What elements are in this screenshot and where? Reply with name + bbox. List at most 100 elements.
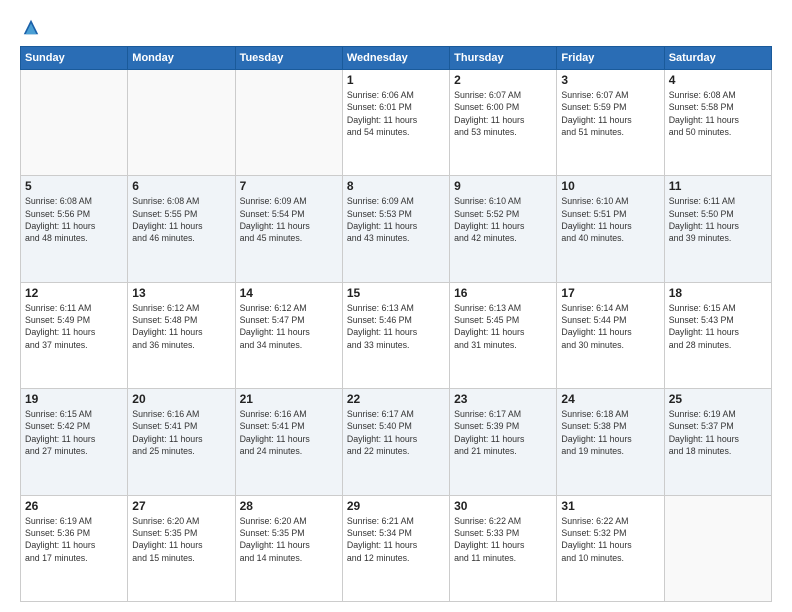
calendar-day-27: 27Sunrise: 6:20 AM Sunset: 5:35 PM Dayli…: [128, 495, 235, 601]
calendar-day-8: 8Sunrise: 6:09 AM Sunset: 5:53 PM Daylig…: [342, 176, 449, 282]
day-info: Sunrise: 6:16 AM Sunset: 5:41 PM Dayligh…: [240, 408, 338, 457]
calendar-empty: [128, 70, 235, 176]
calendar-empty: [664, 495, 771, 601]
day-number: 15: [347, 286, 445, 300]
calendar-day-6: 6 Sunrise: 6:08 AM Sunset: 5:55 PM Daylig…: [128, 176, 235, 282]
calendar-day-7: 7 Sunrise: 6:09 AM Sunset: 5:54 PM Daylig…: [235, 176, 342, 282]
weekday-tuesday: Tuesday: [235, 47, 342, 70]
day-number: 5: [25, 179, 123, 193]
day-number: 25: [669, 392, 767, 406]
calendar-day-13: 13 Sunrise: 6:12 AM Sunset: 5:48 PM Dayli…: [128, 282, 235, 388]
weekday-friday: Friday: [557, 47, 664, 70]
day-info: Sunrise: 6:20 AM Sunset: 5:35 PM Dayligh…: [240, 515, 338, 564]
day-number: 29: [347, 499, 445, 513]
day-info: Sunrise: 6:11 AM Sunset: 5:50 PM Dayligh…: [669, 195, 767, 244]
day-info: Sunrise: 6:09 AM Sunset: 5:53 PM Dayligh…: [347, 195, 445, 244]
day-info: Sunrise: 6:22 AM Sunset: 5:33 PM Dayligh…: [454, 515, 552, 564]
day-info: Sunrise: 6:16 AM Sunset: 5:41 PM Dayligh…: [132, 408, 230, 457]
calendar-day-4: 4 Sunrise: 6:08 AM Sunset: 5:58 PM Daylig…: [664, 70, 771, 176]
day-number: 26: [25, 499, 123, 513]
calendar-week-1: 1 Sunrise: 6:06 AM Sunset: 6:01 PM Daylig…: [21, 70, 772, 176]
day-info: Sunrise: 6:10 AM Sunset: 5:52 PM Dayligh…: [454, 195, 552, 244]
day-number: 9: [454, 179, 552, 193]
day-info: Sunrise: 6:07 AM Sunset: 6:00 PM Dayligh…: [454, 89, 552, 138]
calendar-day-5: 5 Sunrise: 6:08 AM Sunset: 5:56 PM Daylig…: [21, 176, 128, 282]
day-info: Sunrise: 6:19 AM Sunset: 5:36 PM Dayligh…: [25, 515, 123, 564]
day-info: Sunrise: 6:18 AM Sunset: 5:38 PM Dayligh…: [561, 408, 659, 457]
day-number: 12: [25, 286, 123, 300]
calendar-day-15: 15Sunrise: 6:13 AM Sunset: 5:46 PM Dayli…: [342, 282, 449, 388]
calendar-week-2: 5 Sunrise: 6:08 AM Sunset: 5:56 PM Daylig…: [21, 176, 772, 282]
day-number: 14: [240, 286, 338, 300]
day-info: Sunrise: 6:08 AM Sunset: 5:58 PM Dayligh…: [669, 89, 767, 138]
day-number: 7: [240, 179, 338, 193]
day-number: 3: [561, 73, 659, 87]
calendar-day-28: 28 Sunrise: 6:20 AM Sunset: 5:35 PM Dayli…: [235, 495, 342, 601]
day-number: 30: [454, 499, 552, 513]
day-number: 16: [454, 286, 552, 300]
day-number: 13: [132, 286, 230, 300]
calendar-week-4: 19 Sunrise: 6:15 AM Sunset: 5:42 PM Dayli…: [21, 389, 772, 495]
weekday-wednesday: Wednesday: [342, 47, 449, 70]
day-number: 23: [454, 392, 552, 406]
calendar-day-30: 30 Sunrise: 6:22 AM Sunset: 5:33 PM Dayli…: [450, 495, 557, 601]
calendar-day-12: 12 Sunrise: 6:11 AM Sunset: 5:49 PM Dayli…: [21, 282, 128, 388]
calendar-day-23: 23 Sunrise: 6:17 AM Sunset: 5:39 PM Dayli…: [450, 389, 557, 495]
day-info: Sunrise: 6:12 AM Sunset: 5:47 PM Dayligh…: [240, 302, 338, 351]
calendar-day-21: 21 Sunrise: 6:16 AM Sunset: 5:41 PM Dayli…: [235, 389, 342, 495]
day-info: Sunrise: 6:08 AM Sunset: 5:56 PM Dayligh…: [25, 195, 123, 244]
day-info: Sunrise: 6:12 AM Sunset: 5:48 PM Dayligh…: [132, 302, 230, 351]
logo-icon: [22, 18, 40, 36]
day-info: Sunrise: 6:06 AM Sunset: 6:01 PM Dayligh…: [347, 89, 445, 138]
weekday-saturday: Saturday: [664, 47, 771, 70]
day-number: 6: [132, 179, 230, 193]
calendar-day-2: 2Sunrise: 6:07 AM Sunset: 6:00 PM Daylig…: [450, 70, 557, 176]
day-info: Sunrise: 6:08 AM Sunset: 5:55 PM Dayligh…: [132, 195, 230, 244]
day-number: 17: [561, 286, 659, 300]
weekday-sunday: Sunday: [21, 47, 128, 70]
day-info: Sunrise: 6:15 AM Sunset: 5:43 PM Dayligh…: [669, 302, 767, 351]
day-info: Sunrise: 6:10 AM Sunset: 5:51 PM Dayligh…: [561, 195, 659, 244]
day-number: 20: [132, 392, 230, 406]
day-number: 24: [561, 392, 659, 406]
day-info: Sunrise: 6:09 AM Sunset: 5:54 PM Dayligh…: [240, 195, 338, 244]
day-number: 28: [240, 499, 338, 513]
logo: [20, 18, 40, 36]
calendar-day-26: 26 Sunrise: 6:19 AM Sunset: 5:36 PM Dayli…: [21, 495, 128, 601]
calendar-day-17: 17 Sunrise: 6:14 AM Sunset: 5:44 PM Dayli…: [557, 282, 664, 388]
day-info: Sunrise: 6:17 AM Sunset: 5:40 PM Dayligh…: [347, 408, 445, 457]
day-info: Sunrise: 6:15 AM Sunset: 5:42 PM Dayligh…: [25, 408, 123, 457]
day-number: 27: [132, 499, 230, 513]
calendar-table: SundayMondayTuesdayWednesdayThursdayFrid…: [20, 46, 772, 602]
day-number: 10: [561, 179, 659, 193]
calendar-day-16: 16 Sunrise: 6:13 AM Sunset: 5:45 PM Dayli…: [450, 282, 557, 388]
day-info: Sunrise: 6:11 AM Sunset: 5:49 PM Dayligh…: [25, 302, 123, 351]
day-number: 1: [347, 73, 445, 87]
day-number: 31: [561, 499, 659, 513]
day-number: 11: [669, 179, 767, 193]
day-number: 21: [240, 392, 338, 406]
day-number: 19: [25, 392, 123, 406]
calendar-week-5: 26 Sunrise: 6:19 AM Sunset: 5:36 PM Dayli…: [21, 495, 772, 601]
page-header: [20, 18, 772, 36]
calendar-day-29: 29Sunrise: 6:21 AM Sunset: 5:34 PM Dayli…: [342, 495, 449, 601]
day-info: Sunrise: 6:14 AM Sunset: 5:44 PM Dayligh…: [561, 302, 659, 351]
calendar-week-3: 12 Sunrise: 6:11 AM Sunset: 5:49 PM Dayli…: [21, 282, 772, 388]
calendar-day-18: 18 Sunrise: 6:15 AM Sunset: 5:43 PM Dayli…: [664, 282, 771, 388]
calendar-day-11: 11 Sunrise: 6:11 AM Sunset: 5:50 PM Dayli…: [664, 176, 771, 282]
weekday-thursday: Thursday: [450, 47, 557, 70]
weekday-header-row: SundayMondayTuesdayWednesdayThursdayFrid…: [21, 47, 772, 70]
calendar-day-14: 14 Sunrise: 6:12 AM Sunset: 5:47 PM Dayli…: [235, 282, 342, 388]
day-number: 18: [669, 286, 767, 300]
calendar-empty: [235, 70, 342, 176]
calendar-day-25: 25Sunrise: 6:19 AM Sunset: 5:37 PM Dayli…: [664, 389, 771, 495]
weekday-monday: Monday: [128, 47, 235, 70]
day-number: 22: [347, 392, 445, 406]
calendar-day-31: 31Sunrise: 6:22 AM Sunset: 5:32 PM Dayli…: [557, 495, 664, 601]
day-info: Sunrise: 6:07 AM Sunset: 5:59 PM Dayligh…: [561, 89, 659, 138]
day-number: 4: [669, 73, 767, 87]
day-info: Sunrise: 6:17 AM Sunset: 5:39 PM Dayligh…: [454, 408, 552, 457]
calendar-day-24: 24 Sunrise: 6:18 AM Sunset: 5:38 PM Dayli…: [557, 389, 664, 495]
day-info: Sunrise: 6:13 AM Sunset: 5:45 PM Dayligh…: [454, 302, 552, 351]
calendar-day-22: 22 Sunrise: 6:17 AM Sunset: 5:40 PM Dayli…: [342, 389, 449, 495]
